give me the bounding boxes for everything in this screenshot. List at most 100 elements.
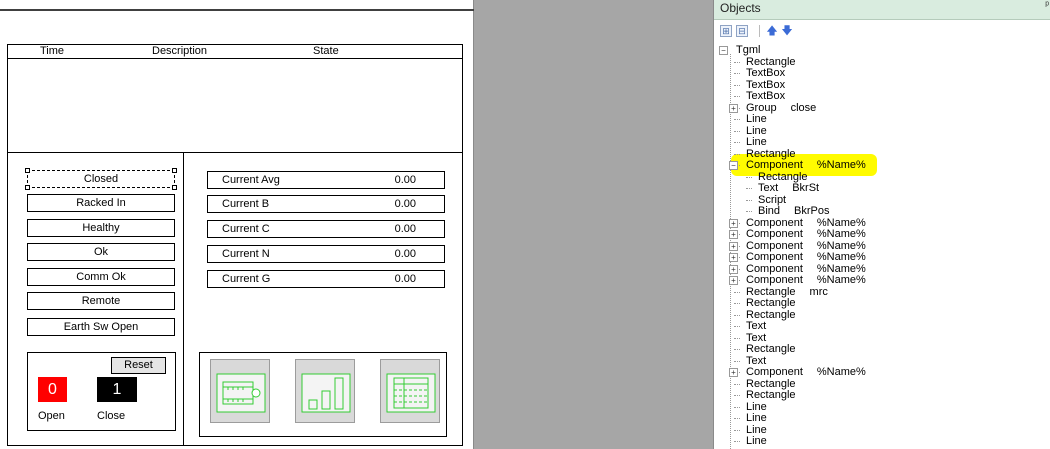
tree-node-rectangle[interactable]: Rectangle (734, 343, 796, 355)
tree-node-line[interactable]: Line (734, 113, 767, 125)
graphic-page[interactable]: Time Description State Closed Racked In (0, 0, 474, 449)
tree-connector (734, 326, 740, 327)
breaker-graphic[interactable]: Time Description State Closed Racked In (7, 44, 463, 446)
status-earth-sw-box[interactable]: Earth Sw Open (27, 318, 175, 336)
open-label: Open (38, 410, 65, 422)
selection-handle[interactable] (25, 168, 30, 173)
selection-handle[interactable] (172, 185, 177, 190)
tree-node-component[interactable]: + Component %Name% (729, 366, 866, 378)
status-remote-box[interactable]: Remote (27, 292, 175, 310)
tree-node-value: close (790, 101, 817, 114)
tree-node-textbox[interactable]: TextBox (734, 67, 786, 79)
expand-node-icon[interactable]: + (729, 241, 738, 251)
column-header-state[interactable]: State (313, 45, 339, 58)
selection-handle[interactable] (25, 185, 30, 190)
column-header-description[interactable]: Description (152, 45, 207, 58)
tree-node-type: TextBox (746, 67, 786, 79)
tree-node-text[interactable]: Text BkrSt (746, 182, 820, 194)
collapse-node-icon[interactable]: − (719, 46, 728, 55)
tree-node-line[interactable]: Line (734, 401, 767, 413)
tree-node-type: Line (746, 124, 767, 137)
expand-node-icon[interactable]: + (729, 230, 738, 239)
expand-node-icon[interactable]: + (729, 368, 738, 377)
object-tree[interactable]: − Tgml Rectangle TextBox TextBox TextBox + Grou… (714, 42, 1050, 449)
status-label: Healthy (82, 222, 120, 234)
tree-node-tgml[interactable]: − Tgml (719, 44, 760, 56)
move-down-icon[interactable]: 🡇 (781, 25, 793, 37)
tree-node-rectangle[interactable]: Rectangle (734, 389, 796, 401)
tree-node-group[interactable]: + Group close (729, 101, 817, 114)
tree-connector (734, 383, 740, 385)
tree-node-rectangle[interactable]: Rectangle (734, 56, 796, 68)
tree-node-rectangle[interactable]: Rectangle (746, 171, 808, 183)
column-header-time[interactable]: Time (40, 45, 64, 58)
tree-node-line[interactable]: Line (734, 424, 767, 436)
status-healthy-box[interactable]: Healthy (27, 219, 175, 237)
tree-node-value: BkrSt (792, 182, 820, 194)
objects-pane-header[interactable]: Objects ᵖ (714, 0, 1050, 20)
alarm-table[interactable]: Time Description State (8, 45, 462, 153)
tree-node-rectangle[interactable]: Rectangle (734, 297, 796, 309)
tree-connector (746, 176, 752, 178)
expand-node-icon[interactable]: + (729, 103, 738, 113)
status-closed-box[interactable]: Closed (25, 168, 177, 190)
collapse-node-icon[interactable]: − (729, 161, 738, 170)
close-count-indicator: 1 (97, 377, 137, 402)
tree-node-text[interactable]: Text (734, 354, 767, 367)
editor-canvas[interactable]: Time Description State Closed Racked In (0, 0, 713, 449)
alarm-table-header: Time Description State (8, 45, 462, 59)
tree-node-rectangle[interactable]: Rectangle (734, 309, 796, 321)
tree-node-line[interactable]: Line (734, 136, 767, 148)
tree-node-rectangle[interactable]: Rectangle (734, 378, 796, 390)
tree-connector (746, 188, 752, 189)
tree-node-component[interactable]: + Component %Name% (729, 274, 866, 286)
tree-node-rectangle[interactable]: Rectangle mrc (734, 285, 828, 298)
expand-all-icon[interactable]: ⊞ (720, 25, 732, 37)
meter-row[interactable]: Current B 0.00 (207, 195, 445, 213)
tree-node-value: BkrPos (794, 205, 830, 217)
status-comm-ok-box[interactable]: Comm Ok (27, 268, 175, 286)
tree-node-textbox[interactable]: TextBox (734, 90, 785, 102)
tree-node-rectangle[interactable]: Rectangle (734, 148, 796, 160)
status-ok-box[interactable]: Ok (27, 243, 175, 261)
bar-chart-button[interactable] (295, 359, 355, 423)
expand-node-icon[interactable]: + (729, 264, 738, 274)
tree-node-line[interactable]: Line (734, 124, 767, 137)
tree-node-component[interactable]: + Component %Name% (729, 228, 866, 240)
tree-node-value: mrc (809, 285, 828, 298)
tree-node-component[interactable]: − Component %Name% (729, 159, 866, 171)
list-button[interactable] (380, 359, 440, 423)
meter-row[interactable]: Current G 0.00 (207, 270, 445, 288)
breaker-diagram-button[interactable] (210, 359, 270, 423)
expand-node-icon[interactable]: + (729, 218, 738, 228)
tree-connector (734, 291, 740, 293)
expand-node-icon[interactable]: + (729, 276, 738, 285)
tree-node-line[interactable]: Line (734, 435, 767, 447)
meter-row[interactable]: Current Avg 0.00 (207, 171, 445, 189)
selection-handle[interactable] (172, 168, 177, 173)
tree-node-component[interactable]: + Component %Name% (729, 251, 866, 263)
meter-row[interactable]: Current N 0.00 (207, 245, 445, 263)
collapse-all-icon[interactable]: ⊟ (736, 25, 748, 37)
pin-icon[interactable]: ᵖ (1045, 0, 1049, 11)
tree-node-type: Text (746, 354, 767, 367)
tree-guide-line (730, 54, 731, 449)
tree-node-component[interactable]: + Component %Name% (729, 217, 866, 229)
tree-node-component[interactable]: + Component %Name% (729, 263, 866, 275)
objects-pane-title: Objects (720, 1, 761, 15)
tree-node-component[interactable]: + Component %Name% (729, 240, 866, 252)
tree-node-bind[interactable]: Bind BkrPos (746, 205, 830, 217)
tree-node-type: Text (746, 320, 767, 332)
tree-node-type: Script (758, 193, 787, 206)
meter-row[interactable]: Current C 0.00 (207, 220, 445, 238)
tree-node-text[interactable]: Text (734, 332, 766, 344)
tree-node-textbox[interactable]: TextBox (734, 79, 785, 91)
tree-node-line[interactable]: Line (734, 412, 767, 424)
status-racked-in-box[interactable]: Racked In (27, 194, 175, 212)
expand-node-icon[interactable]: + (729, 253, 738, 262)
reset-button[interactable]: Reset (111, 357, 166, 374)
tree-node-text[interactable]: Text (734, 320, 767, 332)
move-up-icon[interactable]: 🡅 (766, 25, 778, 37)
tree-node-script[interactable]: Script (746, 193, 787, 206)
breaker-control-box[interactable]: Reset 0 1 Open Close (27, 352, 176, 431)
